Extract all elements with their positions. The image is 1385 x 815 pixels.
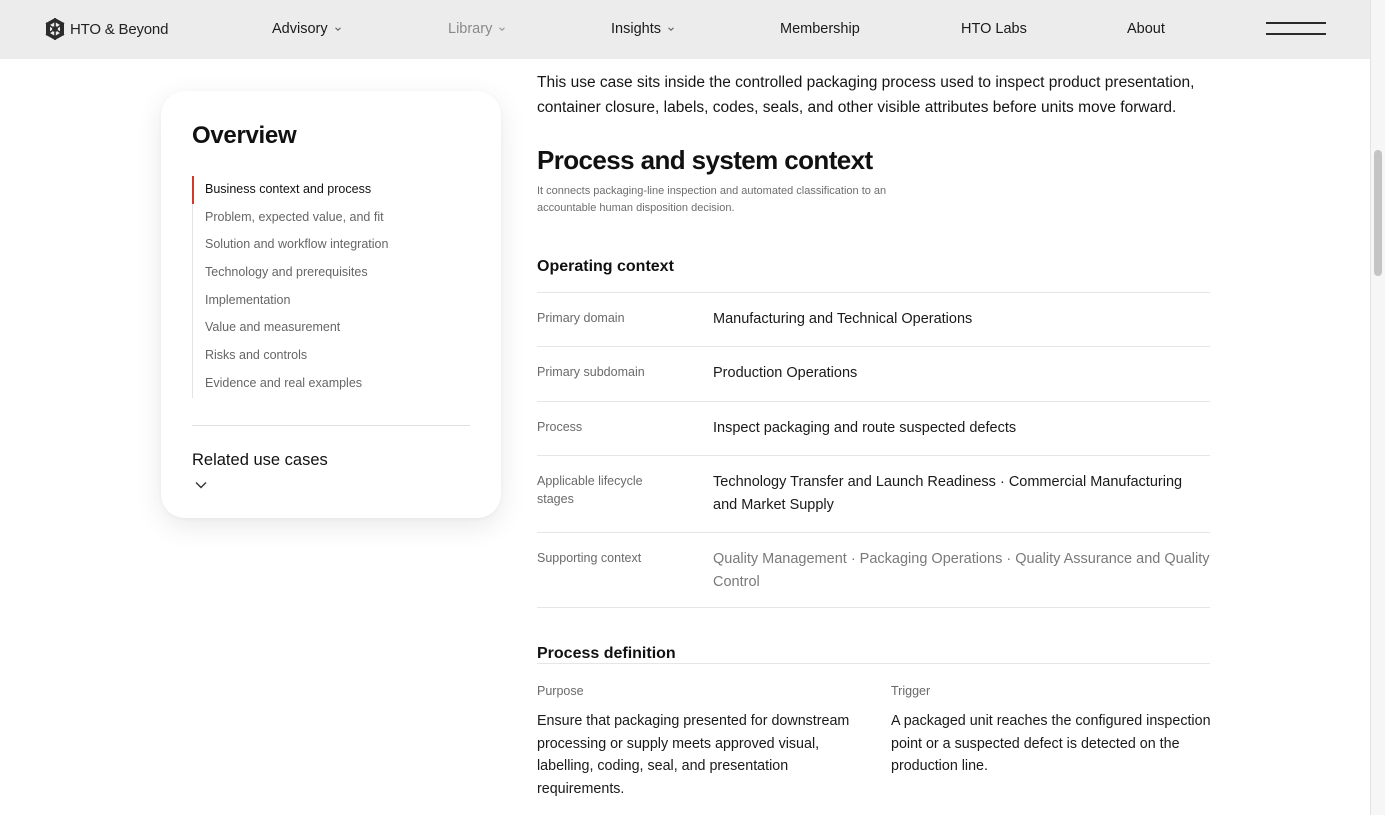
scrollbar-thumb[interactable] bbox=[1374, 150, 1382, 276]
nav-library-label: Library bbox=[448, 21, 493, 37]
purpose-label: Purpose bbox=[537, 684, 584, 698]
row-key: Primary domain bbox=[537, 311, 625, 325]
section-title: Process and system context bbox=[537, 145, 873, 175]
row-value: Quality Management · Packaging Operation… bbox=[713, 551, 1210, 590]
toc-item-problem-value-fit[interactable]: Problem, expected value, and fit bbox=[193, 204, 472, 232]
table-row: Supporting context Quality Management · … bbox=[537, 532, 1210, 608]
nav-membership-label: Membership bbox=[780, 21, 860, 37]
overview-title: Overview bbox=[192, 122, 297, 149]
process-definition-title: Process definition bbox=[537, 645, 676, 662]
overview-toc: Business context and process Problem, ex… bbox=[192, 176, 472, 398]
chevron-down-icon bbox=[334, 27, 341, 31]
process-definition-divider bbox=[537, 663, 1210, 664]
nav-hto-labs-label: HTO Labs bbox=[961, 21, 1027, 37]
page-scrollbar[interactable] bbox=[1370, 0, 1385, 815]
row-value: Inspect packaging and route suspected de… bbox=[713, 420, 1017, 436]
hamburger-menu-icon[interactable] bbox=[1266, 20, 1326, 38]
chevron-down-icon[interactable] bbox=[194, 480, 208, 490]
row-value: Technology Transfer and Launch Readiness… bbox=[713, 474, 1183, 513]
toc-item-solution-workflow[interactable]: Solution and workflow integration bbox=[193, 231, 472, 259]
row-value: Manufacturing and Technical Operations bbox=[713, 311, 973, 327]
nav-hto-labs[interactable]: HTO Labs bbox=[961, 21, 1027, 37]
top-navigation: HTO & Beyond Advisory Library Insights M… bbox=[0, 0, 1370, 59]
toc-item-implementation[interactable]: Implementation bbox=[193, 287, 472, 315]
row-key: Process bbox=[537, 420, 583, 434]
operating-context-title: Operating context bbox=[537, 258, 674, 275]
row-key: Applicable lifecycle stages bbox=[537, 474, 643, 506]
purpose-text: Ensure that packaging presented for down… bbox=[537, 713, 850, 797]
table-row: Primary subdomain Production Operations bbox=[537, 346, 1210, 401]
nav-library[interactable]: Library bbox=[448, 21, 506, 37]
toc-item-business-context[interactable]: Business context and process bbox=[192, 176, 472, 204]
row-key: Supporting context bbox=[537, 551, 642, 565]
row-key: Primary subdomain bbox=[537, 365, 645, 379]
overview-card: Overview Business context and process Pr… bbox=[161, 91, 501, 518]
nav-insights-label: Insights bbox=[611, 21, 661, 37]
overview-divider bbox=[192, 425, 470, 426]
menu-line-bottom bbox=[1266, 33, 1326, 35]
menu-line-top bbox=[1266, 22, 1326, 24]
brand-logo-link[interactable]: HTO & Beyond bbox=[44, 17, 168, 41]
section-note: It connects packaging-line inspection an… bbox=[537, 185, 887, 214]
nav-membership[interactable]: Membership bbox=[780, 21, 860, 37]
nav-insights[interactable]: Insights bbox=[611, 21, 675, 37]
brand-name: HTO & Beyond bbox=[70, 20, 169, 38]
toc-item-risks-controls[interactable]: Risks and controls bbox=[193, 342, 472, 370]
operating-context-table: Primary domain Manufacturing and Technic… bbox=[537, 292, 1210, 608]
trigger-label: Trigger bbox=[891, 684, 931, 698]
nav-advisory[interactable]: Advisory bbox=[272, 21, 342, 37]
chevron-down-icon bbox=[499, 27, 506, 31]
intro-paragraph: This use case sits inside the controlled… bbox=[537, 74, 1195, 116]
nav-about[interactable]: About bbox=[1127, 21, 1165, 37]
table-row: Process Inspect packaging and route susp… bbox=[537, 401, 1210, 455]
table-row: Primary domain Manufacturing and Technic… bbox=[537, 292, 1210, 346]
brand-logo-icon bbox=[45, 18, 65, 40]
chevron-down-icon bbox=[668, 27, 674, 31]
toc-item-evidence-examples[interactable]: Evidence and real examples bbox=[193, 370, 472, 398]
related-use-cases-toggle[interactable]: Related use cases bbox=[192, 451, 328, 470]
page: HTO & Beyond Advisory Library Insights M… bbox=[0, 0, 1385, 815]
nav-about-label: About bbox=[1127, 21, 1165, 37]
trigger-text: A packaged unit reaches the configured i… bbox=[891, 713, 1211, 775]
row-value: Production Operations bbox=[713, 365, 858, 381]
table-row: Applicable lifecycle stages Technology T… bbox=[537, 455, 1210, 532]
nav-advisory-label: Advisory bbox=[272, 21, 328, 37]
toc-item-value-measurement[interactable]: Value and measurement bbox=[193, 314, 472, 342]
toc-item-technology-prerequisites[interactable]: Technology and prerequisites bbox=[193, 259, 472, 287]
